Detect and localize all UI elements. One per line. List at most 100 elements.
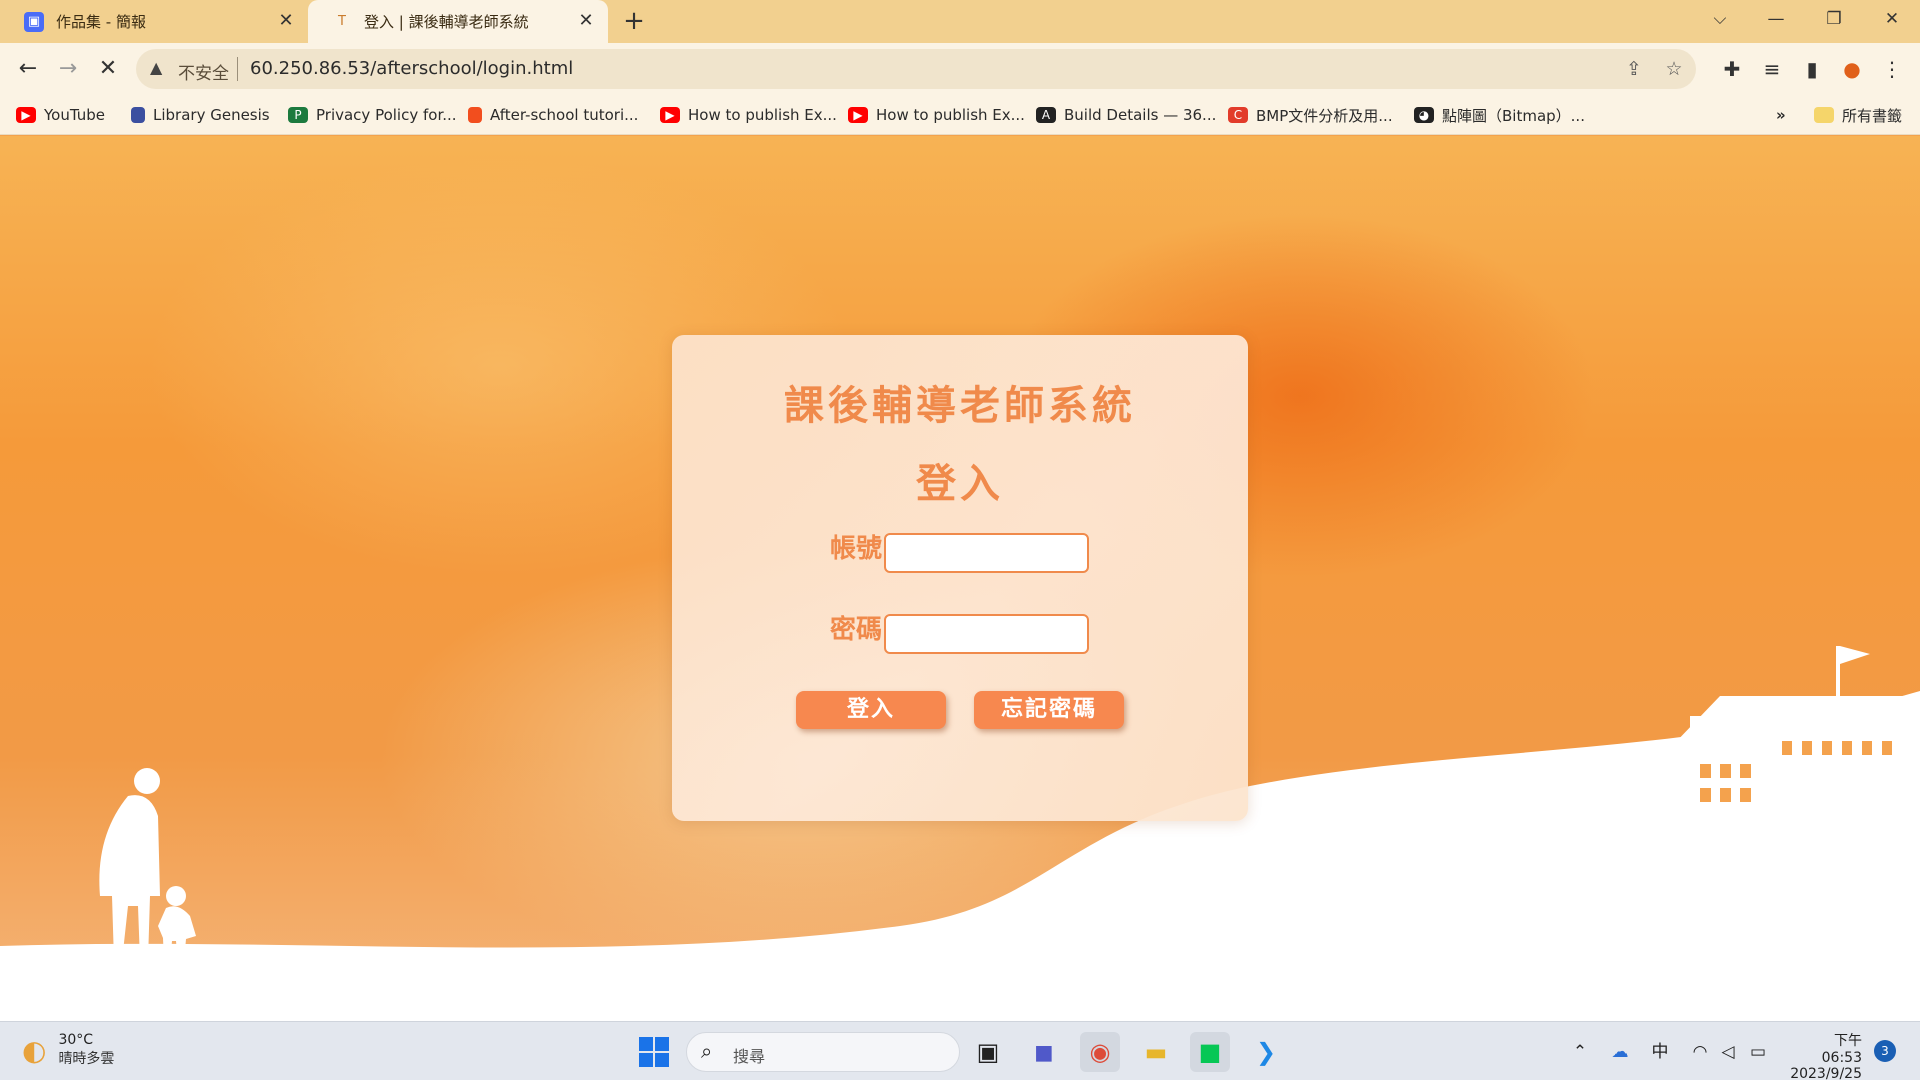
bookmark-bmp[interactable]: C BMP文件分析及用... — [1228, 104, 1393, 126]
chevron-up-icon[interactable]: ⌃ — [1568, 1040, 1592, 1064]
people-silhouette — [99, 768, 196, 962]
bookmarks-bar: ▶ YouTube Library Genesis P Privacy Poli… — [0, 95, 1920, 135]
login-button[interactable]: 登入 — [796, 691, 946, 729]
volume-icon[interactable]: ◁ — [1716, 1040, 1740, 1064]
weather-widget[interactable]: ◐ 30°C 晴時多雲 — [22, 1032, 114, 1068]
bookmark-youtube[interactable]: ▶ YouTube — [16, 104, 105, 126]
tab-strip: ▣ 作品集 - 簡報 ✕ T 登入 | 課後輔導老師系統 ✕ + ⌵ — ❐ ✕ — [0, 0, 1920, 43]
bookmark-label: 點陣圖（Bitmap）... — [1442, 106, 1585, 125]
password-label: 密碼 — [830, 615, 883, 645]
browser-toolbar: ← → ✕ ▲ 不安全 60.250.86.53/afterschool/log… — [0, 43, 1920, 95]
weather-temp: 30°C — [58, 1032, 94, 1048]
youtube-icon: ▶ — [848, 107, 868, 123]
taskbar-search[interactable]: ⌕ 搜尋 — [686, 1032, 960, 1072]
youtube-icon: ▶ — [660, 107, 680, 123]
onedrive-icon[interactable]: ☁ — [1608, 1040, 1632, 1064]
login-page: 課後輔導老師系統 登入 帳號 密碼 登入 忘記密碼 — [0, 136, 1920, 1021]
close-icon[interactable]: ✕ — [276, 11, 296, 31]
clock-date: 2023/9/25 — [1790, 1066, 1862, 1080]
login-heading: 登入 — [916, 461, 1004, 507]
windows-icon — [639, 1037, 669, 1067]
wifi-icon[interactable]: ◠ — [1688, 1040, 1712, 1064]
battery-icon[interactable]: ▭ — [1746, 1040, 1770, 1064]
bookmark-label: Build Details — 36... — [1064, 106, 1217, 124]
teams-chat-icon[interactable]: ◼ — [1024, 1032, 1064, 1072]
privacy-policy-icon: P — [288, 107, 308, 123]
tab-title: 作品集 - 簡報 — [56, 13, 146, 31]
line-app-icon[interactable]: ■ — [1190, 1032, 1230, 1072]
security-label[interactable]: 不安全 — [178, 59, 229, 84]
clock[interactable]: 下午 06:53 2023/9/25 — [1790, 1030, 1862, 1080]
more-bookmarks-button[interactable]: » — [1776, 104, 1786, 126]
school-silhouette — [1672, 646, 1920, 866]
windows-taskbar: ◐ 30°C 晴時多雲 ⌕ 搜尋 ▣ ◼ ◉ ▬ ■ ❯ ⌃ ☁ 中 ◠ ◁ ▭… — [0, 1021, 1920, 1080]
bookmark-label: Privacy Policy for... — [316, 106, 457, 124]
figma-icon — [468, 107, 482, 123]
cat-icon: ◕ — [1414, 107, 1434, 123]
bookmark-star-icon[interactable]: ☆ — [1662, 57, 1686, 81]
menu-icon[interactable]: ⋮ — [1876, 53, 1908, 85]
bookmark-label: How to publish Ex... — [876, 106, 1025, 124]
build-icon: A — [1036, 107, 1056, 123]
all-bookmarks-folder[interactable]: 所有書籤 — [1814, 104, 1902, 126]
bookmark-label: 所有書籤 — [1842, 106, 1903, 125]
bookmark-label: After-school tutori... — [490, 106, 639, 124]
bookmark-label: YouTube — [44, 106, 105, 124]
start-button[interactable] — [634, 1032, 674, 1072]
forward-button[interactable]: → — [52, 53, 84, 85]
bookmark-label: BMP文件分析及用... — [1256, 106, 1393, 125]
library-genesis-icon — [131, 107, 145, 123]
forgot-password-button[interactable]: 忘記密碼 — [974, 691, 1124, 729]
close-icon[interactable]: ✕ — [576, 11, 596, 31]
task-view-icon[interactable]: ▣ — [968, 1032, 1008, 1072]
bookmark-label: Library Genesis — [153, 106, 270, 124]
system-title: 課後輔導老師系統 — [784, 383, 1136, 429]
bookmark-after-school[interactable]: After-school tutori... — [468, 104, 638, 126]
side-panel-icon[interactable]: ▮ — [1796, 53, 1828, 85]
folder-icon — [1814, 107, 1834, 123]
bookmark-how-to-publish-2[interactable]: ▶ How to publish Ex... — [848, 104, 1025, 126]
site-favicon-icon: T — [338, 14, 346, 29]
slides-app-icon: ▣ — [24, 11, 44, 32]
close-window-button[interactable]: ✕ — [1864, 0, 1920, 40]
restore-button[interactable]: ❐ — [1806, 0, 1862, 40]
media-control-icon[interactable]: ≡ — [1756, 53, 1788, 85]
new-tab-button[interactable]: + — [620, 8, 648, 36]
back-button[interactable]: ← — [12, 53, 44, 85]
url-text[interactable]: 60.250.86.53/afterschool/login.html — [250, 58, 573, 79]
bookmark-privacy-policy[interactable]: P Privacy Policy for... — [288, 104, 457, 126]
tab-search-button[interactable]: ⌵ — [1692, 0, 1748, 40]
bookmark-how-to-publish-1[interactable]: ▶ How to publish Ex... — [660, 104, 837, 126]
chrome-icon[interactable]: ◉ — [1080, 1032, 1120, 1072]
search-placeholder: 搜尋 — [733, 1047, 766, 1066]
tab-login[interactable]: T 登入 | 課後輔導老師系統 ✕ — [308, 0, 608, 43]
file-explorer-icon[interactable]: ▬ — [1136, 1032, 1176, 1072]
search-icon: ⌕ — [701, 1039, 713, 1063]
clock-time: 下午 06:53 — [1821, 1033, 1862, 1066]
divider — [237, 57, 238, 81]
minimize-button[interactable]: — — [1748, 0, 1804, 40]
stop-loading-button[interactable]: ✕ — [92, 53, 124, 85]
bookmark-bitmap[interactable]: ◕ 點陣圖（Bitmap）... — [1414, 104, 1585, 126]
youtube-icon: ▶ — [16, 107, 36, 123]
weather-icon: ◐ — [22, 1033, 47, 1067]
bookmark-label: How to publish Ex... — [688, 106, 837, 124]
notification-badge[interactable]: 3 — [1874, 1040, 1896, 1062]
warning-icon[interactable]: ▲ — [150, 58, 162, 77]
account-input[interactable] — [884, 533, 1089, 573]
vscode-icon[interactable]: ❯ — [1246, 1032, 1286, 1072]
ime-indicator[interactable]: 中 — [1648, 1040, 1672, 1064]
profile-avatar[interactable]: ● — [1836, 53, 1868, 85]
bookmark-build-details[interactable]: A Build Details — 36... — [1036, 104, 1216, 126]
address-bar[interactable]: ▲ 不安全 60.250.86.53/afterschool/login.htm… — [136, 49, 1696, 89]
tab-slides[interactable]: ▣ 作品集 - 簡報 ✕ — [0, 0, 308, 43]
csdn-icon: C — [1228, 107, 1248, 123]
password-input[interactable] — [884, 614, 1089, 654]
extensions-icon[interactable]: ✚ — [1716, 53, 1748, 85]
account-label: 帳號 — [830, 534, 883, 564]
bookmark-library-genesis[interactable]: Library Genesis — [131, 104, 270, 126]
tab-title: 登入 | 課後輔導老師系統 — [364, 13, 529, 31]
share-icon[interactable]: ⇪ — [1622, 57, 1646, 81]
weather-desc: 晴時多雲 — [58, 1051, 115, 1067]
login-card: 課後輔導老師系統 登入 帳號 密碼 登入 忘記密碼 — [672, 335, 1248, 821]
